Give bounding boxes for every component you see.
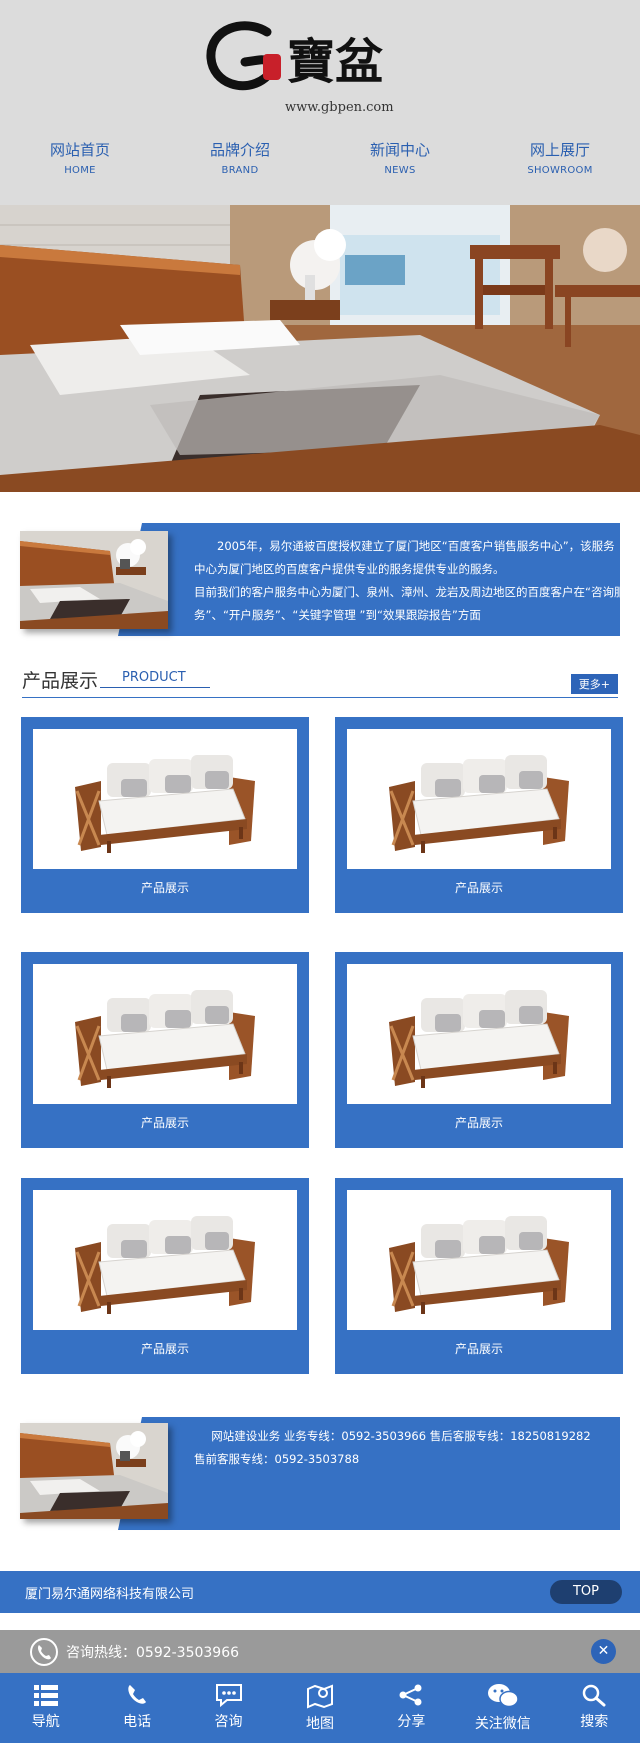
product-image [347,964,611,1104]
product-card[interactable]: 产品展示 [21,717,309,913]
product-caption: 产品展示 [140,881,189,895]
product-caption: 产品展示 [454,1116,503,1130]
bedroom-banner-image [0,205,640,492]
company-bar: 厦门易尔通网络科技有限公司 TOP [0,1571,640,1613]
tab-label: 电话 [123,1714,152,1730]
phone-icon [128,1685,147,1704]
tab-search[interactable]: 搜索 [549,1673,640,1743]
more-button[interactable]: 更多+ [570,674,618,694]
nav-sublabel: BRAND [221,165,259,176]
logo-mark-icon: 寶盆 [206,21,383,91]
tab-wechat[interactable]: 关注微信 [457,1673,548,1743]
product-section-title: 产品展示 PRODUCT 更多+ [22,662,618,698]
tab-label: 咨询 [214,1714,243,1730]
contact-line: 网站建设业务 业务专线：0592-3503966 售后客服专线：18250819… [211,1429,591,1443]
chat-icon [215,1684,242,1707]
intro-paragraph: 目前我们的客户服务中心为厦门、泉州、漳州、龙岩及周边地区的百度客户在“咨询服务”… [194,585,626,622]
nav-item-news[interactable]: 新闻中心 NEWS [320,140,480,178]
product-card[interactable]: 产品展示 [21,1178,309,1374]
brand-logo[interactable]: 寶盆 www.gbpen.com [205,14,405,118]
nav-sublabel: NEWS [384,165,416,176]
company-intro: 2005年，易尔通被百度授权建立了厦门地区“百度客户销售服务中心”，该服务中心为… [20,523,625,636]
contact-text: 网站建设业务 业务专线：0592-3503966 售后客服专线：18250819… [194,1425,630,1471]
tab-label: 关注微信 [474,1716,531,1732]
logo-url-text: www.gbpen.com [285,100,394,115]
main-nav: 网站首页 HOME 品牌介绍 BRAND 新闻中心 NEWS 网上展厅 SHOW… [0,140,640,178]
product-image [33,729,297,869]
product-image [33,964,297,1104]
contact-thumbnail[interactable] [20,1423,168,1519]
contact-line: 售前客服专线：0592-3503788 [194,1452,360,1466]
tab-label: 搜索 [580,1714,609,1730]
tab-consult[interactable]: 咨询 [183,1673,274,1743]
bottom-tabbar: 导航 电话 咨询 地图 分享 关注微信 搜索 [0,1673,640,1743]
tab-phone[interactable]: 电话 [91,1673,182,1743]
nav-item-showroom[interactable]: 网上展厅 SHOWROOM [480,140,640,178]
hotline-text: 咨询热线：0592-3503966 [66,1645,240,1661]
tab-label: 导航 [31,1714,60,1730]
intro-paragraph: 2005年，易尔通被百度授权建立了厦门地区“百度客户销售服务中心”，该服务中心为… [194,539,615,576]
tab-label: 地图 [305,1716,334,1732]
product-caption: 产品展示 [140,1342,189,1356]
map-icon [306,1684,333,1709]
nav-item-home[interactable]: 网站首页 HOME [0,140,160,178]
tab-share[interactable]: 分享 [366,1673,457,1743]
phone-icon [30,1638,58,1666]
nav-label: 网上展厅 [529,141,590,159]
nav-label: 品牌介绍 [209,141,270,159]
nav-label: 网站首页 [49,141,110,159]
search-icon [582,1684,606,1707]
product-card[interactable]: 产品展示 [21,952,309,1148]
intro-thumbnail[interactable] [20,531,168,629]
intro-text: 2005年，易尔通被百度授权建立了厦门地区“百度客户销售服务中心”，该服务中心为… [194,535,626,627]
contact-block: 网站建设业务 业务专线：0592-3503966 售后客服专线：18250819… [20,1417,620,1530]
tab-nav[interactable]: 导航 [0,1673,91,1743]
nav-sublabel: SHOWROOM [527,165,593,176]
product-image [347,1190,611,1330]
product-card[interactable]: 产品展示 [335,952,623,1148]
site-header: 寶盆 www.gbpen.com 网站首页 HOME 品牌介绍 BRAND 新闻… [0,0,640,205]
product-card[interactable]: 产品展示 [335,1178,623,1374]
product-image [347,729,611,869]
tab-map[interactable]: 地图 [274,1673,365,1743]
product-image [33,1190,297,1330]
product-caption: 产品展示 [454,1342,503,1356]
nav-label: 新闻中心 [369,141,430,159]
share-icon [399,1684,422,1706]
product-card[interactable]: 产品展示 [335,717,623,913]
hotline-bar[interactable]: 咨询热线：0592-3503966 ✕ [0,1630,640,1673]
close-button[interactable]: ✕ [591,1639,616,1664]
wechat-icon [487,1684,519,1708]
section-title-cn: 产品展示 [22,670,99,692]
menu-icon [33,1685,58,1706]
tab-label: 分享 [397,1714,426,1730]
back-to-top-button[interactable]: TOP [550,1580,622,1604]
hero-banner[interactable] [0,205,640,492]
company-name: 厦门易尔通网络科技有限公司 [25,1587,195,1602]
nav-item-brand[interactable]: 品牌介绍 BRAND [160,140,320,178]
product-caption: 产品展示 [140,1116,189,1130]
nav-sublabel: HOME [64,165,96,176]
svg-text:寶盆: 寶盆 [287,34,383,90]
section-title-en: PRODUCT [100,670,210,688]
product-caption: 产品展示 [454,881,503,895]
